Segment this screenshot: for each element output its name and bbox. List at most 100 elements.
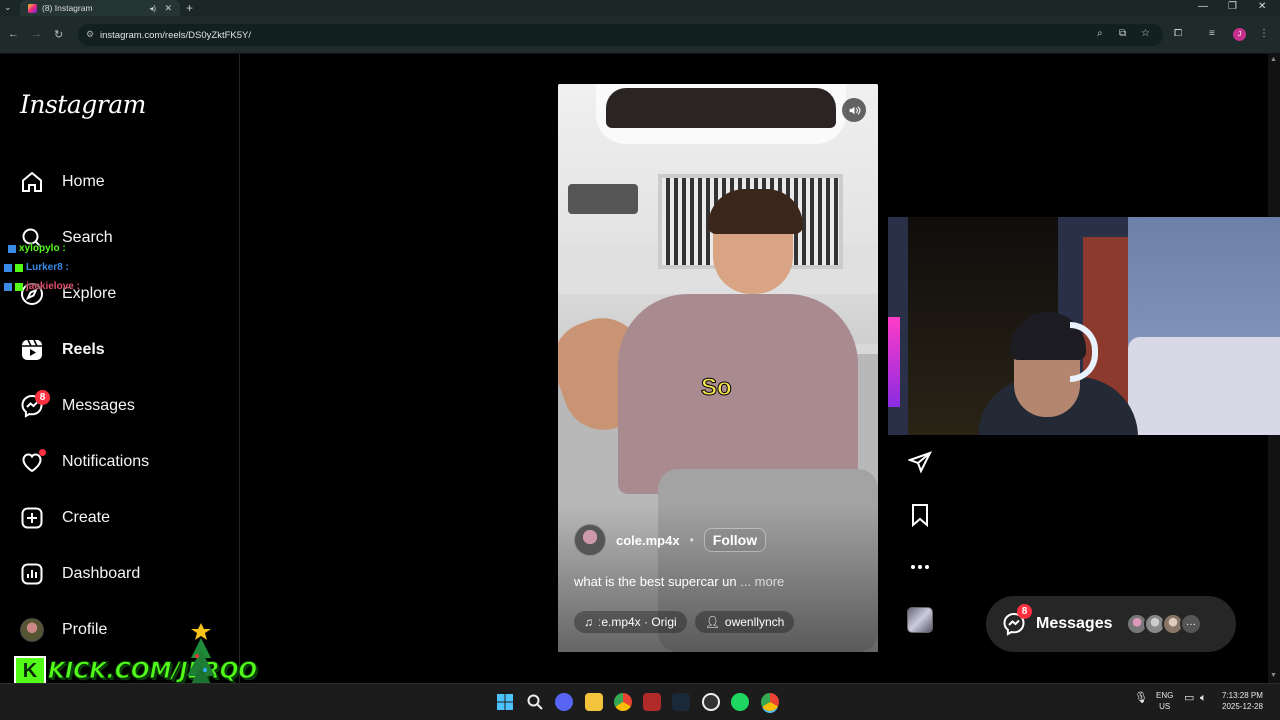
microphone-icon[interactable]: 🎙︎ (1134, 693, 1148, 704)
sidebar-item-label: Dashboard (62, 565, 141, 582)
windows-taskbar: 🎙︎ ENG US ▭ 🔈︎ 7:13:28 PM 2025-12-28 (0, 683, 1280, 720)
kick-badge-icon (8, 244, 16, 253)
tab-search-chevron-icon[interactable]: ⌄ (4, 2, 12, 13)
cast-icon[interactable]: ⧉ (1119, 28, 1126, 39)
author-username[interactable]: cole.mp4x (616, 533, 680, 548)
audio-pill[interactable]: ♫ ːe.mp4x · Origi (574, 611, 687, 633)
sidebar-item-create[interactable]: Create (18, 500, 110, 536)
tab-close-icon[interactable]: ✕ (164, 3, 172, 14)
kick-badge-icon (4, 263, 12, 272)
network-icon[interactable]: ▭ (1184, 693, 1194, 704)
person-icon: 👤︎ (704, 615, 720, 629)
clock[interactable]: 7:13:28 PM 2025-12-28 (1222, 690, 1263, 712)
save-bookmark-icon[interactable] (906, 501, 934, 529)
instagram-logo[interactable]: Instagram (20, 90, 146, 119)
messages-badge: 8 (35, 390, 50, 405)
audio-title: ːe.mp4x · Origi (598, 615, 677, 629)
kick-logo-icon: K (14, 656, 46, 686)
bookmark-star-icon[interactable]: ☆ (1141, 28, 1150, 39)
sidebar-item-home[interactable]: Home (18, 164, 105, 200)
person-shirt (618, 294, 858, 494)
kick-url-text: KICK.COM/JERQO (47, 658, 258, 684)
forward-icon[interactable]: → (31, 28, 42, 40)
back-icon[interactable]: ← (8, 28, 19, 40)
messages-pill-label: Messages (1036, 615, 1113, 632)
caption-more-link[interactable]: ... more (740, 574, 784, 589)
reel-video[interactable]: So cole.mp4x • Follow what is the best s… (558, 84, 878, 652)
recent-chat-avatars: ··· (1126, 613, 1202, 635)
messages-floating-button[interactable]: 8 Messages ··· (986, 596, 1236, 652)
lang-bottom: US (1159, 702, 1171, 711)
spotify-icon[interactable] (731, 693, 749, 711)
tab-title: (8) Instagram (42, 3, 93, 13)
window-close-icon[interactable]: ✕ (1258, 1, 1266, 12)
volume-icon[interactable] (842, 98, 866, 122)
speaker-icon[interactable]: 🔈︎ (1200, 693, 1207, 704)
chat-message: Lurker8 : (4, 262, 69, 273)
collab-pill[interactable]: 👤︎ owenllynch (694, 611, 795, 633)
car-headlight (568, 184, 638, 214)
new-tab-button[interactable]: + (186, 1, 193, 15)
scroll-down-icon[interactable]: ▼ (1270, 672, 1277, 679)
taskbar-search-icon[interactable] (526, 693, 544, 711)
reel-caption: what is the best supercar un ... more (574, 574, 784, 589)
language-indicator[interactable]: ENG US (1156, 690, 1173, 712)
follow-button[interactable]: Follow (703, 528, 767, 552)
sub-badge-icon (15, 282, 23, 291)
sidebar-item-notifications[interactable]: Notifications (18, 444, 149, 480)
notification-dot (39, 449, 46, 456)
steam-icon[interactable] (672, 693, 690, 711)
chrome-icon[interactable] (614, 693, 632, 711)
sidebar-item-reels[interactable]: Reels (18, 332, 105, 368)
sidebar-item-label: Messages (62, 397, 135, 414)
sidebar-item-label: Search (62, 229, 113, 246)
messages-pill-badge: 8 (1017, 604, 1032, 619)
chat-message: xylopylo : (8, 243, 66, 254)
streamer-webcam (888, 217, 1280, 435)
separator-dot: • (689, 533, 694, 547)
sidebar-item-label: Create (62, 509, 111, 526)
chat-username: jackielove : (26, 281, 80, 292)
windows-start-icon[interactable] (496, 693, 514, 711)
home-icon (18, 168, 46, 196)
chart-icon (18, 560, 46, 588)
author-avatar[interactable] (574, 524, 606, 556)
zoom-icon[interactable]: ⌕ (1097, 28, 1103, 39)
browser-tab-bar: ⌄ (8) Instagram ◂) ✕ + — ❐ ✕ (0, 0, 1280, 16)
file-explorer-icon[interactable] (585, 693, 603, 711)
original-audio-thumbnail[interactable] (907, 607, 933, 633)
media-icon[interactable]: ≡ (1209, 28, 1215, 39)
browser-menu-icon[interactable]: ⋮ (1259, 28, 1269, 39)
url-input[interactable]: ⚙ instagram.com/reels/DS0yZktFK5Y/ (78, 24, 1163, 46)
heart-icon (18, 448, 46, 476)
sidebar-item-messages[interactable]: 8 Messages (18, 388, 135, 424)
site-info-icon[interactable]: ⚙ (86, 29, 94, 40)
obs-app-icon[interactable] (643, 693, 661, 711)
sidebar-item-profile[interactable]: Profile (18, 612, 107, 648)
sub-badge-icon (15, 263, 23, 272)
more-options-icon[interactable] (906, 553, 934, 581)
restore-icon[interactable]: ❐ (1228, 1, 1237, 12)
reel-author-row: cole.mp4x • Follow (574, 524, 767, 556)
browser-profile-avatar[interactable]: J (1233, 28, 1246, 41)
obs-studio-icon[interactable] (702, 693, 720, 711)
kick-badge-icon (4, 282, 12, 291)
share-icon[interactable] (906, 448, 934, 476)
sidebar-item-dashboard[interactable]: Dashboard (18, 556, 140, 592)
sidebar-item-label: Home (62, 173, 105, 190)
chrome-active-icon[interactable] (761, 693, 779, 711)
minimize-icon[interactable]: — (1198, 1, 1208, 12)
clock-time: 7:13:28 PM (1222, 691, 1263, 700)
scroll-up-icon[interactable]: ▲ (1270, 56, 1277, 63)
instagram-favicon-icon (28, 3, 37, 13)
sidebar-item-label: Notifications (62, 453, 150, 470)
extensions-icon[interactable]: ⧠ (1174, 28, 1182, 39)
tab-audio-icon[interactable]: ◂) (149, 4, 156, 13)
webcam-rgb-light (888, 317, 900, 407)
address-bar-row: ← → ↻ ⚙ instagram.com/reels/DS0yZktFK5Y/… (0, 16, 1280, 54)
music-note-icon: ♫ (584, 615, 593, 629)
discord-icon[interactable] (555, 693, 573, 711)
collab-username: owenllynch (724, 615, 785, 629)
browser-tab-instagram[interactable]: (8) Instagram ◂) ✕ (20, 0, 180, 16)
reload-icon[interactable]: ↻ (54, 28, 63, 41)
